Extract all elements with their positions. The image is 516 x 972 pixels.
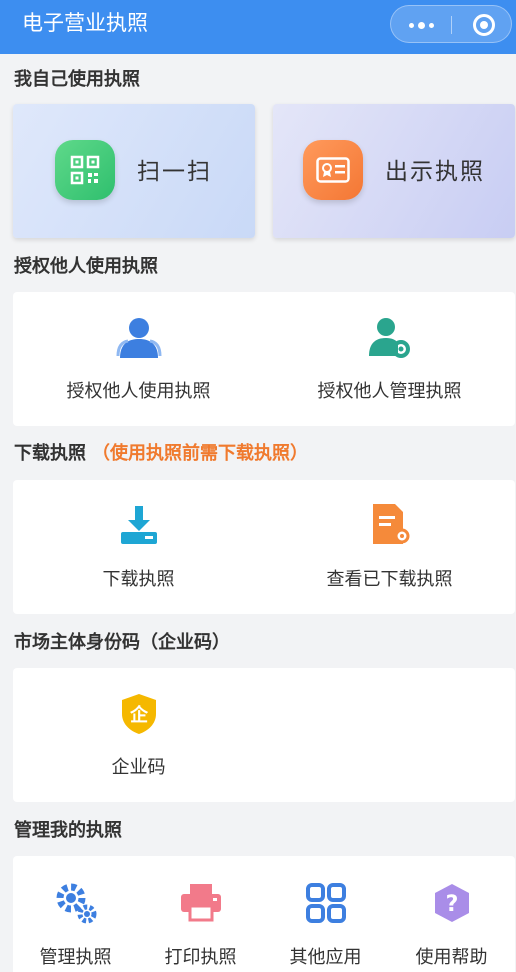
- help-question-icon: ?: [431, 882, 473, 928]
- document-view-icon: [369, 502, 411, 550]
- svg-text:企: 企: [129, 704, 149, 726]
- download-note: （使用执照前需下载执照）: [92, 443, 308, 464]
- section-title-manage: 管理我的执照: [14, 820, 122, 841]
- section-title-entity-code: 市场主体身份码（企业码）: [14, 632, 230, 653]
- entity-code-card: 企 企业码: [13, 668, 515, 802]
- authorize-manage-label: 授权他人管理执照: [317, 381, 462, 402]
- license-card-icon: [303, 140, 363, 200]
- download-tray-icon: [119, 504, 159, 550]
- app-title: 电子营业执照: [22, 11, 148, 35]
- other-apps-button[interactable]: 其他应用: [263, 856, 388, 972]
- other-apps-label: 其他应用: [289, 947, 362, 968]
- manage-card: 管理执照 打印执照 其他应用 ? 使用帮助: [13, 856, 515, 972]
- authorize-manage-button[interactable]: 授权他人管理执照: [264, 292, 515, 426]
- section-title-download: 下载执照 （使用执照前需下载执照）: [14, 443, 308, 465]
- download-title-text: 下载执照: [14, 443, 86, 464]
- authorize-card: 授权他人使用执照 授权他人管理执照: [13, 292, 515, 426]
- authorize-use-button[interactable]: 授权他人使用执照: [13, 292, 264, 426]
- qr-code-icon: [55, 140, 115, 200]
- enterprise-code-button[interactable]: 企 企业码: [13, 668, 264, 802]
- view-downloaded-label: 查看已下载执照: [326, 569, 453, 590]
- manage-license-button[interactable]: 管理执照: [13, 856, 138, 972]
- printer-icon: [179, 882, 223, 926]
- shield-icon: 企: [119, 692, 159, 740]
- show-license-button[interactable]: 出示执照: [273, 104, 515, 238]
- download-license-button[interactable]: 下载执照: [13, 480, 264, 614]
- help-button[interactable]: ? 使用帮助: [388, 856, 515, 972]
- print-license-button[interactable]: 打印执照: [138, 856, 263, 972]
- user-gear-icon: [367, 316, 413, 364]
- help-label: 使用帮助: [415, 947, 488, 968]
- top-bar: 电子营业执照: [0, 0, 516, 54]
- grid-apps-icon: [305, 882, 347, 928]
- svg-text:?: ?: [445, 892, 458, 917]
- section-title-authorize: 授权他人使用执照: [14, 256, 158, 277]
- download-license-label: 下载执照: [102, 569, 175, 590]
- show-license-label: 出示执照: [385, 159, 485, 185]
- target-icon[interactable]: [473, 14, 495, 36]
- section-title-my-use: 我自己使用执照: [14, 69, 140, 90]
- print-license-label: 打印执照: [164, 947, 237, 968]
- scan-button[interactable]: 扫一扫: [13, 104, 255, 238]
- scan-label: 扫一扫: [137, 159, 212, 185]
- download-card: 下载执照 查看已下载执照: [13, 480, 515, 614]
- view-downloaded-button[interactable]: 查看已下载执照: [264, 480, 515, 614]
- enterprise-code-label: 企业码: [111, 757, 166, 778]
- mini-program-capsule: [390, 5, 512, 43]
- authorize-use-label: 授权他人使用执照: [66, 381, 211, 402]
- gears-icon: [53, 880, 99, 930]
- capsule-divider: [451, 16, 452, 34]
- manage-license-label: 管理执照: [39, 947, 112, 968]
- more-dots-icon[interactable]: [391, 6, 451, 44]
- users-icon: [116, 316, 162, 364]
